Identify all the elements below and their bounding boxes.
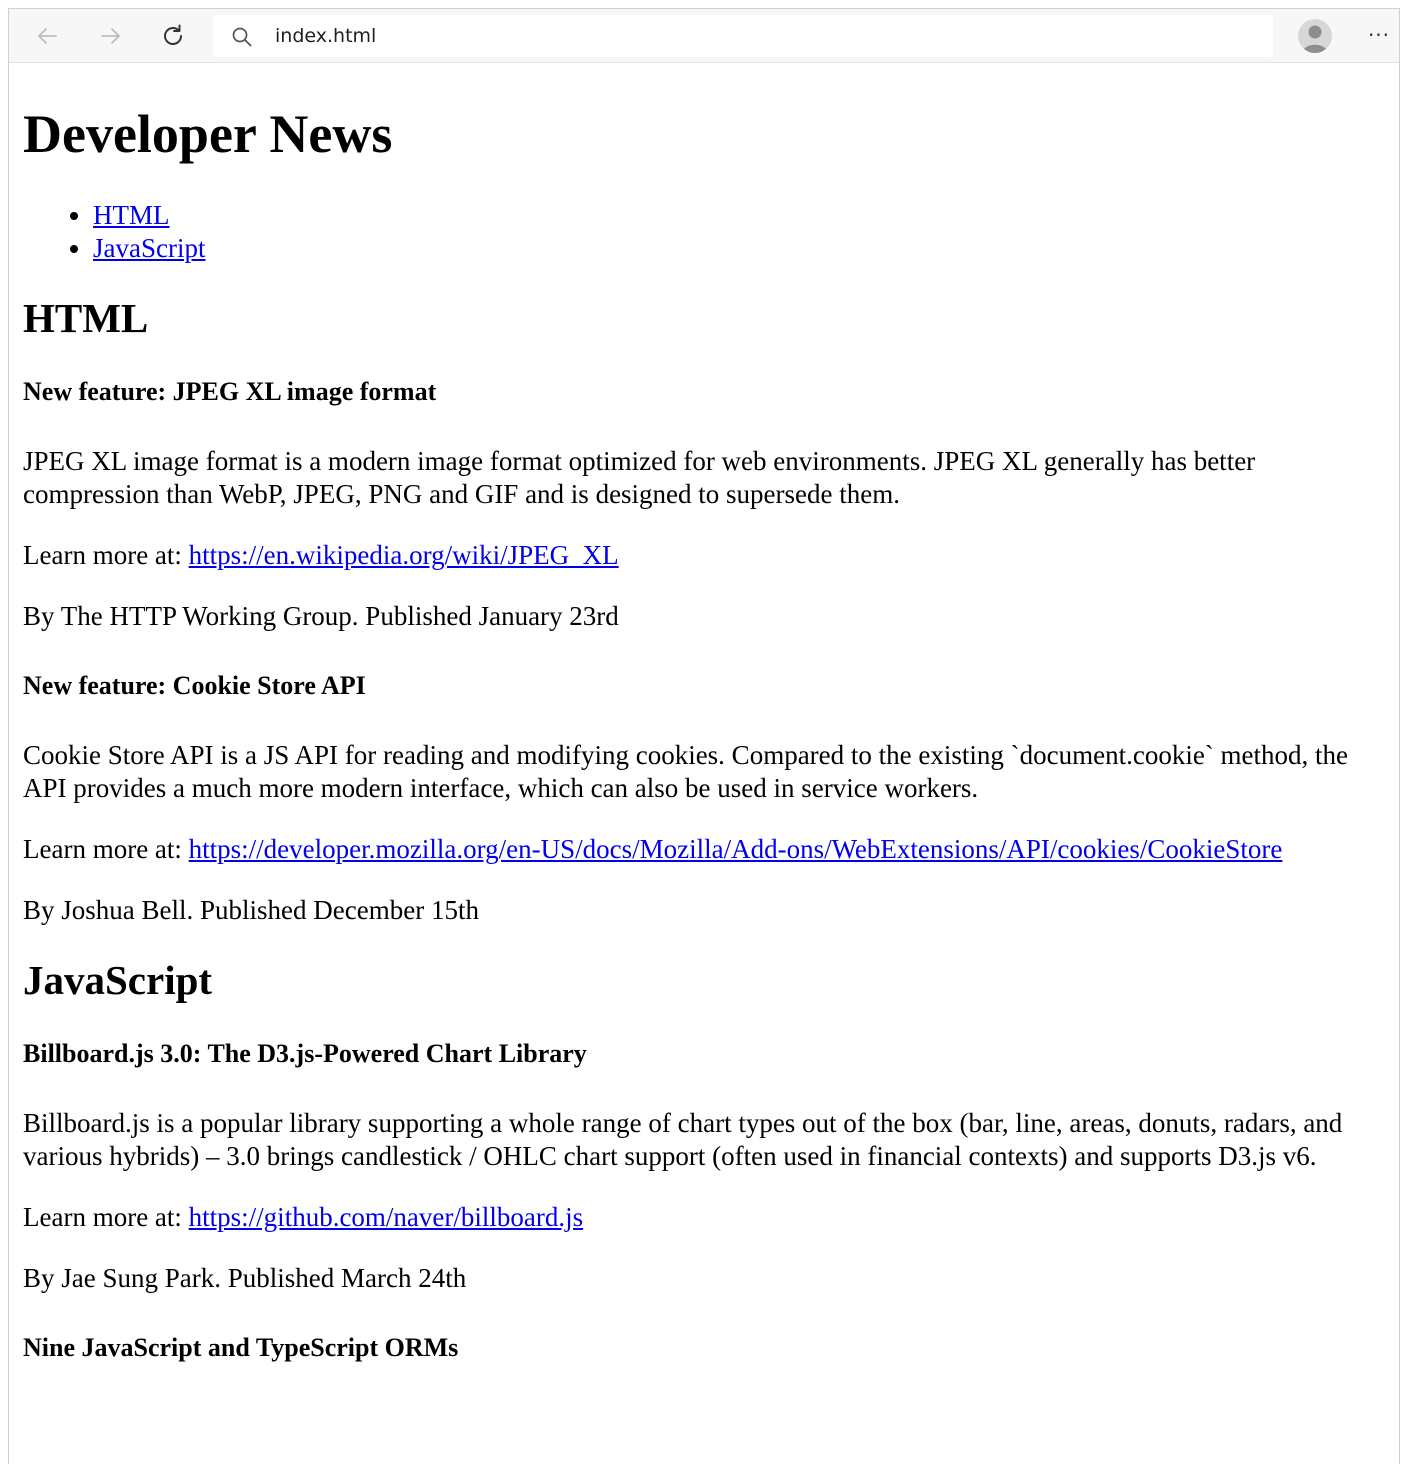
article-title: Billboard.js 3.0: The D3.js-Powered Char…: [23, 1039, 587, 1068]
article-body: Billboard.js is a popular library suppor…: [23, 1108, 1343, 1171]
article-title: Nine JavaScript and TypeScript ORMs: [23, 1333, 459, 1362]
article-title: New feature: JPEG XL image format: [23, 377, 437, 406]
section-nav: HTML JavaScript: [23, 199, 1393, 265]
arrow-right-icon: [101, 28, 120, 44]
forward-button[interactable]: [91, 16, 131, 56]
nav-link-javascript[interactable]: JavaScript: [93, 233, 205, 263]
reload-icon: [164, 24, 182, 45]
back-button[interactable]: [27, 16, 67, 56]
section-heading-html: HTML: [23, 295, 149, 341]
learn-more-label: Learn more at:: [23, 1202, 189, 1232]
article-link[interactable]: https://en.wikipedia.org/wiki/JPEG_XL: [189, 540, 619, 570]
article-learn-more: Learn more at: https://github.com/naver/…: [23, 1201, 1393, 1234]
browser-window: index.html ··· Developer News HTML JavaS…: [8, 8, 1400, 1464]
reload-button[interactable]: [153, 16, 193, 56]
address-text: index.html: [275, 25, 377, 47]
article-body: Cookie Store API is a JS API for reading…: [23, 740, 1349, 803]
article-learn-more: Learn more at: https://developer.mozilla…: [23, 833, 1393, 866]
article-byline: By Joshua Bell. Published December 15th: [23, 895, 479, 925]
search-icon: [232, 27, 252, 47]
address-bar[interactable]: index.html: [213, 15, 1273, 57]
learn-more-label: Learn more at:: [23, 834, 189, 864]
section-heading-javascript: JavaScript: [23, 957, 213, 1003]
page-title: Developer News: [23, 104, 393, 164]
more-menu-icon[interactable]: ···: [1361, 17, 1397, 53]
article-byline: By The HTTP Working Group. Published Jan…: [23, 601, 619, 631]
browser-toolbar: index.html ···: [9, 9, 1399, 63]
nav-item-javascript: JavaScript: [93, 232, 1393, 265]
profile-avatar-icon[interactable]: [1298, 19, 1332, 53]
article-byline: By Jae Sung Park. Published March 24th: [23, 1263, 467, 1293]
learn-more-label: Learn more at:: [23, 540, 189, 570]
article-link[interactable]: https://github.com/naver/billboard.js: [189, 1202, 583, 1232]
article-learn-more: Learn more at: https://en.wikipedia.org/…: [23, 539, 1393, 572]
nav-item-html: HTML: [93, 199, 1393, 232]
article-link[interactable]: https://developer.mozilla.org/en-US/docs…: [189, 834, 1283, 864]
arrow-left-icon: [38, 28, 57, 44]
page-content: Developer News HTML JavaScript HTML New …: [23, 63, 1393, 1363]
nav-link-html[interactable]: HTML: [93, 200, 170, 230]
article-title: New feature: Cookie Store API: [23, 671, 366, 700]
person-icon: [1302, 25, 1328, 53]
article-body: JPEG XL image format is a modern image f…: [23, 446, 1256, 509]
